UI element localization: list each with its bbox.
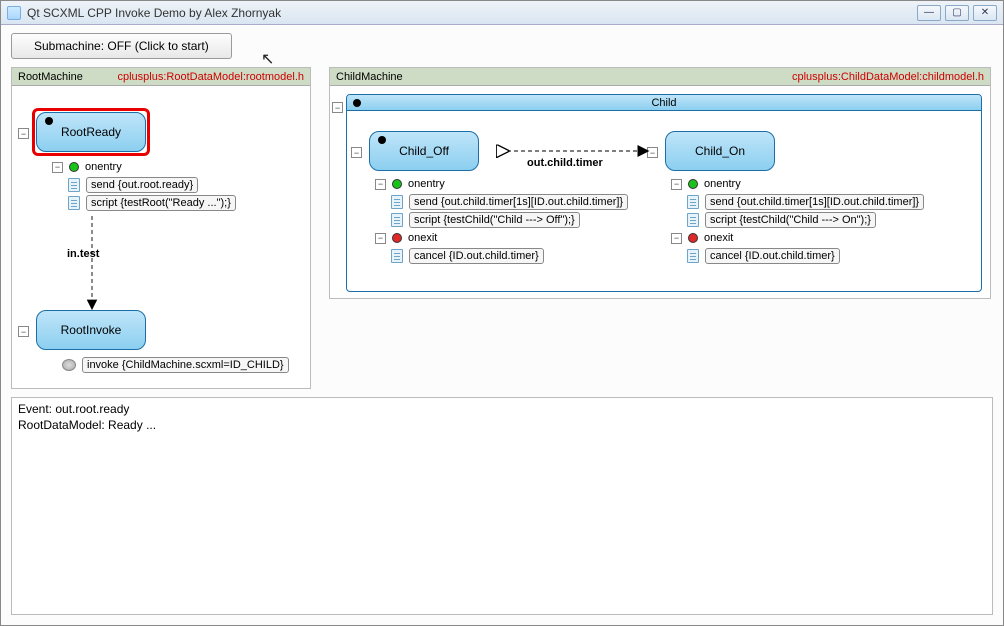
off-send: send {out.child.timer[1s][ID.out.child.t…	[409, 194, 628, 210]
titlebar[interactable]: Qt SCXML CPP Invoke Demo by Alex Zhornya…	[1, 1, 1003, 25]
tree-toggle[interactable]: −	[375, 179, 386, 190]
event-log[interactable]: Event: out.root.ready RootDataModel: Rea…	[11, 397, 993, 615]
child-panel-meta: cplusplus:ChildDataModel:childmodel.h	[792, 71, 984, 83]
root-panel-meta: cplusplus:RootDataModel:rootmodel.h	[118, 71, 305, 83]
off-cancel: cancel {ID.out.child.timer}	[409, 248, 544, 264]
root-edge-label: in.test	[67, 248, 99, 260]
send-icon	[68, 178, 80, 192]
script-icon	[68, 196, 80, 210]
onentry-icon	[392, 179, 402, 189]
initial-marker-icon	[353, 99, 361, 107]
collapse-toggle[interactable]: −	[332, 102, 343, 113]
state-root-invoke-label: RootInvoke	[61, 323, 122, 337]
root-invoke-row: invoke {ChildMachine.scxml=ID_CHILD}	[52, 356, 289, 374]
close-button[interactable]: ✕	[973, 5, 997, 21]
compound-child: Child − Child_Off −onentry send {ou	[346, 94, 982, 292]
initial-marker-icon	[378, 136, 386, 144]
onentry-icon	[69, 162, 79, 172]
cancel-icon	[391, 249, 403, 263]
on-script: script {testChild("Child ---> On");}	[705, 212, 876, 228]
onexit-icon	[688, 233, 698, 243]
state-child-on[interactable]: Child_On	[665, 131, 775, 171]
tree-toggle[interactable]: −	[52, 162, 63, 173]
onentry-icon	[688, 179, 698, 189]
child-edge-label: out.child.timer	[527, 157, 603, 169]
state-root-ready-label: RootReady	[61, 125, 121, 139]
off-onexit: onexit	[408, 232, 437, 244]
root-panel-title: RootMachine	[18, 71, 83, 83]
client-area: Submachine: OFF (Click to start) ↖ RootM…	[1, 25, 1003, 625]
state-child-on-label: Child_On	[695, 144, 745, 158]
script-icon	[687, 213, 699, 227]
send-icon	[391, 195, 403, 209]
root-onentry-row: − onentry	[52, 158, 302, 176]
log-line: RootDataModel: Ready ...	[18, 418, 986, 434]
app-icon	[7, 6, 21, 20]
collapse-toggle[interactable]: −	[18, 326, 29, 337]
app-window: Qt SCXML CPP Invoke Demo by Alex Zhornya…	[0, 0, 1004, 626]
child-panel-title: ChildMachine	[336, 71, 403, 83]
submachine-toggle-button[interactable]: Submachine: OFF (Click to start)	[11, 33, 232, 59]
state-child-off-label: Child_Off	[399, 144, 449, 158]
state-child-off[interactable]: Child_Off	[369, 131, 479, 171]
state-root-ready[interactable]: RootReady	[36, 112, 146, 152]
root-script-row: script {testRoot("Ready ...");}	[52, 194, 302, 212]
root-invoke-text: invoke {ChildMachine.scxml=ID_CHILD}	[82, 357, 289, 373]
collapse-toggle[interactable]: −	[351, 147, 362, 158]
root-send-row: send {out.root.ready}	[52, 176, 302, 194]
log-line: Event: out.root.ready	[18, 402, 986, 418]
on-onexit: onexit	[704, 232, 733, 244]
on-cancel: cancel {ID.out.child.timer}	[705, 248, 840, 264]
minimize-button[interactable]: —	[917, 5, 941, 21]
tree-toggle[interactable]: −	[671, 179, 682, 190]
on-send: send {out.child.timer[1s][ID.out.child.t…	[705, 194, 924, 210]
collapse-toggle[interactable]: −	[18, 128, 29, 139]
cancel-icon	[687, 249, 699, 263]
invoke-icon	[62, 359, 76, 371]
maximize-button[interactable]: ▢	[945, 5, 969, 21]
initial-marker-icon	[45, 117, 53, 125]
off-script: script {testChild("Child ---> Off");}	[409, 212, 580, 228]
onexit-icon	[392, 233, 402, 243]
collapse-toggle[interactable]: −	[647, 147, 658, 158]
off-onentry: onentry	[408, 178, 445, 190]
root-machine-panel: RootMachine cplusplus:RootDataModel:root…	[11, 67, 311, 389]
root-onentry-label: onentry	[85, 161, 122, 173]
tree-toggle[interactable]: −	[375, 233, 386, 244]
compound-child-title: Child	[651, 97, 676, 109]
state-root-invoke[interactable]: RootInvoke	[36, 310, 146, 350]
tree-toggle[interactable]: −	[671, 233, 682, 244]
send-icon	[687, 195, 699, 209]
root-script-text: script {testRoot("Ready ...");}	[86, 195, 236, 211]
script-icon	[391, 213, 403, 227]
child-machine-panel: ChildMachine cplusplus:ChildDataModel:ch…	[329, 67, 991, 299]
window-title: Qt SCXML CPP Invoke Demo by Alex Zhornya…	[27, 6, 281, 20]
root-send-text: send {out.root.ready}	[86, 177, 198, 193]
on-onentry: onentry	[704, 178, 741, 190]
